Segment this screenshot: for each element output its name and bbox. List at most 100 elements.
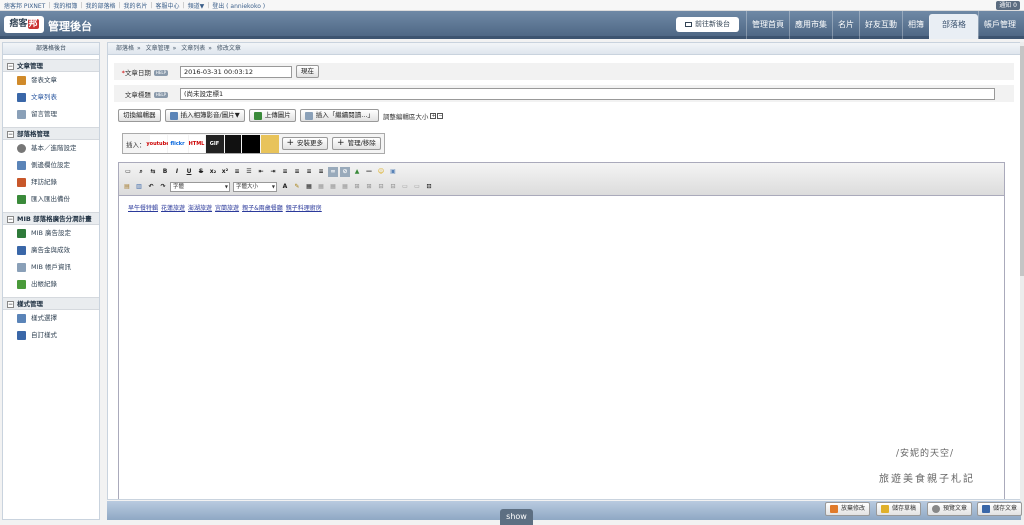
tab-app-market[interactable]: 應用市集 [789,11,832,39]
title-input[interactable]: (尚未設定標1 [180,87,995,100]
tab-friends[interactable]: 好友互動 [859,11,902,39]
sidebar-item-article-list[interactable]: 文章列表 [3,89,99,106]
strikethrough-icon[interactable]: S [196,167,206,177]
justify-icon[interactable]: ≡ [316,167,326,177]
paste-word-icon[interactable]: ▥ [134,182,144,192]
superscript-icon[interactable]: x² [220,167,230,177]
install-more-button[interactable]: + 安裝更多 [281,137,329,150]
merge-cells-icon[interactable]: ▭ [400,182,410,192]
breadcrumb-blog[interactable]: 部落格 [116,45,134,52]
new-backend-button[interactable]: 前往新後台 [676,17,739,32]
save-draft-button[interactable]: 儲存草稿 [876,502,922,516]
horizontal-rule-icon[interactable]: — [364,167,374,177]
sidebar-item-mib-account[interactable]: MIB 帳戶資訊 [3,259,99,276]
save-article-button[interactable]: 儲存文章 [977,502,1023,516]
html-icon[interactable]: HTML [188,134,205,153]
subscript-icon[interactable]: x₂ [208,167,218,177]
insert-media-button[interactable]: 插入相簿影音/圖片▼ [164,109,245,122]
pixnet-logo[interactable]: 痞客邦 [4,16,44,33]
fullscreen-icon[interactable]: ⊡ [424,182,434,192]
table-col-icon[interactable]: ▦ [340,182,350,192]
shrink-icon[interactable]: − [437,112,444,119]
date-input[interactable]: 2016-03-31 00:03:12 [180,65,292,78]
image-icon[interactable]: ▲ [352,167,362,177]
indent-icon[interactable]: ⇥ [268,167,278,177]
manage-plugins-button[interactable]: + 管理/移除 [332,137,381,150]
help-badge[interactable]: HELP [153,91,168,98]
align-left-icon[interactable]: ≡ [280,167,290,177]
sidebar-item-sidebar-settings[interactable]: 側邊欄位設定 [3,157,99,174]
top-link-pixnet[interactable]: 痞客邦 PIXNET [4,1,45,10]
numbered-list-icon[interactable]: ≡ [232,167,242,177]
insert-col-icon[interactable]: ⊞ [364,182,374,192]
sidebar-item-custom-style[interactable]: 自訂樣式 [3,327,99,344]
unlink-icon[interactable]: ⊘ [340,167,350,177]
split-cells-icon[interactable]: ▭ [412,182,422,192]
top-link-channel[interactable]: 頻道▼ [188,1,205,10]
map-pin-icon[interactable] [241,134,260,153]
now-button[interactable]: 現在 [296,65,319,78]
italic-icon[interactable]: I [172,167,182,177]
sidebar-item-backup[interactable]: 匯入匯出備份 [3,191,99,208]
undo-icon[interactable]: ↶ [146,182,156,192]
link-icon[interactable]: ∞ [328,167,338,177]
expand-icon[interactable]: + [430,112,437,119]
table-row-icon[interactable]: ▦ [328,182,338,192]
scrollbar-thumb[interactable] [1020,46,1024,276]
bullet-list-icon[interactable]: ☰ [244,167,254,177]
font-family-select[interactable]: 字體 [170,182,230,192]
preview-button[interactable]: 預覽文章 [927,502,973,516]
insert-continue-button[interactable]: 插入「繼續閱讀...」 [299,109,379,122]
replace-icon[interactable]: ⇆ [148,167,158,177]
tab-blog[interactable]: 部落格 [929,14,978,39]
youtube-icon[interactable]: youtube [146,134,170,153]
photo-icon[interactable] [260,134,279,153]
link-yilan[interactable]: 宜蘭旅遊 [215,203,239,212]
sidebar-item-new-post[interactable]: 發表文章 [3,72,99,89]
font-size-select[interactable]: 字體大小 [233,182,277,192]
flickr-icon[interactable]: flickr [167,134,188,153]
sidebar-item-payouts[interactable]: 出帳紀錄 [3,276,99,293]
notification-button[interactable]: 通知 0 [996,1,1020,10]
page-scrollbar[interactable] [1020,42,1024,520]
clean-format-icon[interactable]: ▦ [304,182,314,192]
tab-card[interactable]: 名片 [832,11,859,39]
highlight-icon[interactable]: ✎ [292,182,302,192]
link-brunch[interactable]: 早午餐特輯 [128,203,158,212]
top-link-album[interactable]: 我的相簿 [53,1,77,10]
align-right-icon[interactable]: ≡ [304,167,314,177]
tab-account[interactable]: 帳戶管理 [978,11,1021,39]
emoticon-icon[interactable]: ☺ [376,167,386,177]
sidebar-item-settings[interactable]: 基本／進階設定 [3,140,99,157]
align-center-icon[interactable]: ≡ [292,167,302,177]
link-hualien[interactable]: 花蓮旅遊 [161,203,185,212]
top-link-support[interactable]: 客服中心 [156,1,180,10]
top-link-logout[interactable]: 登出 ( anniekoko ) [212,1,265,10]
discard-button[interactable]: 放棄修改 [825,502,871,516]
top-link-card[interactable]: 我的名片 [123,1,147,10]
bold-icon[interactable]: B [160,167,170,177]
link-penghu[interactable]: 澎湖旅遊 [188,203,212,212]
breadcrumb-article-manage[interactable]: 文章管理 [146,45,170,52]
sidebar-section-style[interactable]: − 樣式管理 [3,297,99,310]
delete-row-icon[interactable]: ⊟ [376,182,386,192]
delete-col-icon[interactable]: ⊟ [388,182,398,192]
paste-icon[interactable]: ▤ [122,182,132,192]
sidebar-section-mib[interactable]: − MIB 部落格廣告分潤計畫 [3,212,99,225]
show-toggle[interactable]: show [500,509,533,525]
help-badge[interactable]: HELP [153,69,168,76]
upload-image-button[interactable]: 上傳圖片 [248,109,296,122]
sidebar-item-mib-ads[interactable]: MIB 廣告設定 [3,225,99,242]
top-link-blog[interactable]: 我的部落格 [85,1,115,10]
sidebar-section-articles[interactable]: − 文章管理 [3,59,99,72]
link-kids-kitchen[interactable]: 親子料理廚房 [286,203,322,212]
table-icon[interactable]: ▦ [316,182,326,192]
redo-icon[interactable]: ↷ [158,182,168,192]
source-icon[interactable]: ▭ [122,167,134,177]
link-kids-restaurant[interactable]: 親子&兩歲餐廳 [242,203,283,212]
tab-album[interactable]: 相簿 [902,11,929,39]
outdent-icon[interactable]: ⇤ [256,167,266,177]
insert-row-icon[interactable]: ⊞ [352,182,362,192]
sidebar-section-blog-manage[interactable]: − 部落格管理 [3,127,99,140]
sidebar-item-style-select[interactable]: 樣式選擇 [3,310,99,327]
